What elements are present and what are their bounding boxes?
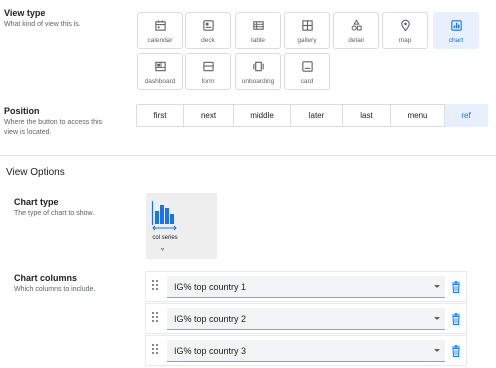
- view-type-calendar[interactable]: calendar: [137, 12, 183, 49]
- form-icon: [201, 59, 215, 73]
- chart-columns-label-group: Chart columns Which columns to include.: [14, 273, 95, 295]
- view-type-map[interactable]: map: [382, 12, 428, 49]
- view-type-onboarding[interactable]: onboarding: [235, 53, 281, 90]
- dropdown-arrow-icon: [434, 349, 440, 352]
- view-type-deck[interactable]: deck: [185, 12, 231, 49]
- view-type-deck-label: deck: [201, 37, 215, 44]
- deck-icon: [201, 18, 215, 32]
- chart-columns-description: Which columns to include.: [14, 286, 96, 293]
- trash-icon[interactable]: [451, 281, 461, 293]
- bar-chart-icon: [449, 18, 463, 32]
- view-type-table-label: table: [250, 37, 266, 44]
- chart-column-select[interactable]: IG% top country 1: [167, 276, 445, 298]
- detail-icon: [349, 18, 363, 32]
- position-middle[interactable]: middle: [234, 104, 291, 127]
- view-type-label-group: View type What kind of view this is.: [4, 8, 81, 30]
- calendar-icon: [153, 18, 167, 32]
- drag-handle-icon[interactable]: [152, 312, 160, 324]
- view-type-title: View type: [4, 8, 46, 18]
- position-ref[interactable]: ref: [445, 104, 488, 127]
- view-type-detail[interactable]: detail: [333, 12, 379, 49]
- chart-column-value: IG% top country 3: [174, 346, 247, 356]
- view-type-gallery-label: gallery: [297, 37, 317, 44]
- card-icon: [300, 59, 314, 73]
- view-type-dashboard-label: dashboard: [144, 78, 176, 85]
- view-type-chart[interactable]: chart: [433, 12, 479, 49]
- position-later[interactable]: later: [291, 104, 343, 127]
- position-title: Position: [4, 106, 40, 116]
- position-label-group: Position Where the button to access this…: [4, 106, 102, 138]
- chart-column-value: IG% top country 1: [174, 282, 247, 292]
- position-next[interactable]: next: [184, 104, 234, 127]
- chart-column-value: IG% top country 2: [174, 314, 247, 324]
- position-description-line2: view is located.: [4, 129, 52, 136]
- position-last[interactable]: last: [343, 104, 391, 127]
- chart-type-title: Chart type: [14, 197, 59, 207]
- onboarding-icon: [251, 59, 265, 73]
- view-type-card-label: card: [300, 78, 314, 85]
- view-type-map-label: map: [398, 37, 412, 44]
- view-type-description: What kind of view this is.: [4, 21, 81, 28]
- view-options-title: View Options: [6, 167, 65, 178]
- position-description-line1: Where the button to access this: [4, 119, 103, 126]
- column-series-chart-icon: [151, 201, 177, 231]
- view-type-calendar-label: calendar: [147, 37, 173, 44]
- trash-icon[interactable]: [451, 313, 461, 325]
- view-type-chart-label: chart: [448, 37, 464, 44]
- view-type-card[interactable]: card: [284, 53, 330, 90]
- chart-column-row: IG% top country 3: [145, 335, 467, 366]
- chart-column-select[interactable]: IG% top country 2: [167, 308, 445, 330]
- drag-handle-icon[interactable]: [152, 344, 160, 356]
- chart-type-selected-label: col series: [152, 235, 178, 241]
- view-type-dashboard[interactable]: dashboard: [137, 53, 183, 90]
- chart-columns-title: Chart columns: [14, 273, 78, 283]
- chart-column-row: IG% top country 1: [145, 271, 467, 302]
- gallery-icon: [300, 18, 314, 32]
- dashboard-icon: [153, 59, 167, 73]
- chart-column-row: IG% top country 2: [145, 303, 467, 334]
- view-type-gallery[interactable]: gallery: [284, 12, 330, 49]
- chart-type-label-group: Chart type The type of chart to show.: [14, 197, 94, 219]
- position-menu[interactable]: menu: [391, 104, 445, 127]
- trash-icon[interactable]: [451, 345, 461, 357]
- position-first[interactable]: first: [136, 104, 184, 127]
- view-type-form[interactable]: form: [185, 53, 231, 90]
- chart-type-selector[interactable]: col series ▿: [146, 193, 217, 259]
- chart-column-select[interactable]: IG% top country 3: [167, 340, 445, 362]
- section-divider: [0, 155, 496, 156]
- chart-type-description: The type of chart to show.: [14, 210, 95, 217]
- chevron-down-icon: ▿: [161, 247, 165, 253]
- table-icon: [251, 18, 265, 32]
- view-type-form-label: form: [201, 78, 215, 85]
- drag-handle-icon[interactable]: [152, 280, 160, 292]
- dropdown-arrow-icon: [434, 317, 440, 320]
- view-type-detail-label: detail: [348, 37, 364, 44]
- map-pin-icon: [398, 18, 412, 32]
- dropdown-arrow-icon: [434, 285, 440, 288]
- view-type-onboarding-label: onboarding: [241, 78, 275, 85]
- view-type-table[interactable]: table: [235, 12, 281, 49]
- position-segmented-control: first next middle later last menu ref: [136, 104, 488, 127]
